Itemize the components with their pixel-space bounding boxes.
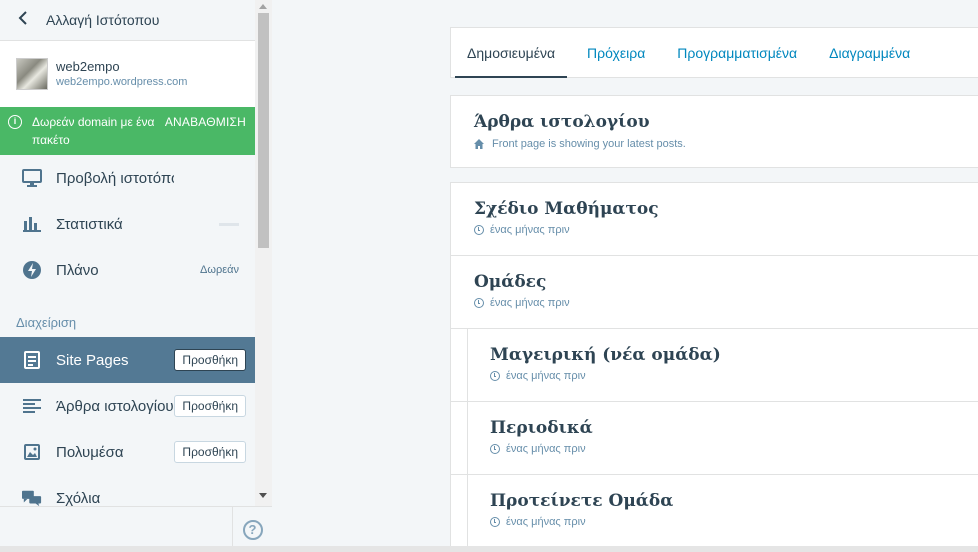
sidebar-scroll-area[interactable]: Αλλαγή Ιστότοπου web2empo web2empo.wordp… bbox=[0, 0, 255, 506]
page-meta: ένας μήνας πριν bbox=[490, 443, 978, 455]
posts-icon bbox=[22, 396, 42, 416]
page-timestamp: ένας μήνας πριν bbox=[490, 224, 570, 236]
status-tabs: Δημοσιευμένα Πρόχειρα Προγραμματισμένα Δ… bbox=[450, 27, 978, 78]
clock-icon bbox=[490, 517, 500, 527]
list-item[interactable]: Σχέδιο Μαθήματος ένας μήνας πριν bbox=[451, 183, 978, 256]
page-timestamp: ένας μήνας πριν bbox=[506, 443, 586, 455]
tab-scheduled[interactable]: Προγραμματισμένα bbox=[665, 28, 809, 77]
main-content: Δημοσιευμένα Πρόχειρα Προγραμματισμένα Δ… bbox=[272, 0, 978, 552]
scrollbar-thumb[interactable] bbox=[258, 13, 269, 248]
scroll-down-arrow[interactable] bbox=[259, 493, 267, 498]
sidebar-item-label: Στατιστικά bbox=[56, 215, 123, 233]
sidebar-item-site-pages[interactable]: Site Pages Προσθήκη bbox=[0, 337, 255, 383]
comments-icon bbox=[22, 488, 42, 506]
upsell-message: Δωρεάν domain με ένα πακέτο bbox=[32, 115, 155, 147]
page-meta: ένας μήνας πριν bbox=[474, 297, 978, 309]
page-meta: ένας μήνας πριν bbox=[490, 370, 978, 382]
sidebar-scrollbar[interactable] bbox=[255, 0, 272, 506]
sidebar-item-label: Site Pages bbox=[56, 351, 129, 369]
sidebar-item-view-site[interactable]: Προβολή ιστοτόπου bbox=[0, 155, 255, 201]
clock-icon bbox=[490, 444, 500, 454]
blog-posts-title: Άρθρα ιστολογίου bbox=[474, 112, 650, 132]
list-item[interactable]: Ομάδες ένας μήνας πριν bbox=[451, 256, 978, 329]
site-title: web2empo bbox=[56, 59, 120, 74]
manage-heading: Διαχείριση bbox=[16, 315, 77, 330]
sidebar-item-media[interactable]: Πολυμέσα Προσθήκη bbox=[0, 429, 255, 475]
list-item[interactable]: Περιοδικά ένας μήνας πριν bbox=[451, 402, 978, 475]
chevron-left-icon bbox=[18, 10, 34, 31]
page-meta: ένας μήνας πριν bbox=[474, 224, 978, 236]
clock-icon bbox=[490, 371, 500, 381]
switch-site-button[interactable]: Αλλαγή Ιστότοπου bbox=[0, 0, 255, 41]
home-icon bbox=[474, 139, 484, 149]
scroll-up-arrow[interactable] bbox=[259, 4, 267, 9]
page-timestamp: ένας μήνας πριν bbox=[506, 370, 586, 382]
page-meta: ένας μήνας πριν bbox=[490, 516, 978, 528]
page-icon bbox=[22, 350, 42, 370]
page-timestamp: ένας μήνας πριν bbox=[490, 297, 570, 309]
site-avatar bbox=[16, 58, 48, 90]
clock-icon bbox=[474, 225, 484, 235]
clock-icon bbox=[474, 298, 484, 308]
sidebar-item-plan[interactable]: Πλάνο Δωρεάν bbox=[0, 247, 255, 293]
sidebar-item-label: Άρθρα ιστολογίου bbox=[56, 397, 174, 415]
sidebar-item-label: Προβολή ιστοτόπου bbox=[56, 169, 174, 187]
sidebar: Αλλαγή Ιστότοπου web2empo web2empo.wordp… bbox=[0, 0, 272, 552]
tab-published[interactable]: Δημοσιευμένα bbox=[455, 28, 568, 78]
sidebar-item-comments[interactable]: Σχόλια bbox=[0, 475, 255, 506]
horizontal-scrollbar[interactable] bbox=[0, 546, 978, 552]
site-url: web2empo.wordpress.com bbox=[56, 76, 188, 88]
bar-chart-icon bbox=[22, 214, 42, 234]
pages-list: Σχέδιο Μαθήματος ένας μήνας πριν Ομάδες … bbox=[450, 182, 978, 552]
plan-icon bbox=[22, 260, 42, 280]
image-icon bbox=[22, 442, 42, 462]
list-item[interactable]: Προτείνετε Ομάδα ένας μήνας πριν bbox=[451, 475, 978, 548]
plan-badge: Δωρεάν bbox=[200, 264, 239, 276]
stats-sparkline bbox=[219, 223, 239, 226]
add-media-button[interactable]: Προσθήκη bbox=[174, 441, 246, 463]
blog-posts-card[interactable]: Άρθρα ιστολογίου Front page is showing y… bbox=[450, 95, 978, 168]
upgrade-link[interactable]: ΑΝΑΒΑΘΜΙΣΗ bbox=[165, 115, 246, 129]
sidebar-item-label: Πολυμέσα bbox=[56, 443, 124, 461]
info-icon: i bbox=[8, 115, 22, 129]
blog-posts-note: Front page is showing your latest posts. bbox=[492, 138, 686, 150]
page-title[interactable]: Μαγειρική (νέα ομάδα) bbox=[490, 345, 978, 365]
tab-drafts[interactable]: Πρόχειρα bbox=[575, 28, 657, 77]
page-title[interactable]: Προτείνετε Ομάδα bbox=[490, 491, 978, 511]
sidebar-item-label: Σχόλια bbox=[56, 489, 101, 507]
upsell-banner[interactable]: i Δωρεάν domain με ένα πακέτο ΑΝΑΒΑΘΜΙΣΗ bbox=[0, 107, 255, 155]
add-post-button[interactable]: Προσθήκη bbox=[174, 395, 246, 417]
page-title[interactable]: Σχέδιο Μαθήματος bbox=[474, 199, 978, 219]
sidebar-item-blog-posts[interactable]: Άρθρα ιστολογίου Προσθήκη bbox=[0, 383, 255, 429]
page-title[interactable]: Ομάδες bbox=[474, 272, 978, 292]
blog-posts-subtitle: Front page is showing your latest posts. bbox=[474, 138, 978, 150]
add-page-button[interactable]: Προσθήκη bbox=[174, 349, 246, 371]
sidebar-item-label: Πλάνο bbox=[56, 261, 99, 279]
switch-site-label: Αλλαγή Ιστότοπου bbox=[46, 12, 160, 28]
page-title[interactable]: Περιοδικά bbox=[490, 418, 978, 438]
sidebar-item-stats[interactable]: Στατιστικά bbox=[0, 201, 255, 247]
site-card[interactable]: web2empo web2empo.wordpress.com bbox=[0, 41, 255, 107]
help-icon: ? bbox=[242, 520, 263, 540]
list-item[interactable]: Μαγειρική (νέα ομάδα) ένας μήνας πριν bbox=[451, 329, 978, 402]
monitor-icon bbox=[22, 168, 42, 188]
tab-trashed[interactable]: Διαγραμμένα bbox=[817, 28, 922, 77]
page-timestamp: ένας μήνας πριν bbox=[506, 516, 586, 528]
